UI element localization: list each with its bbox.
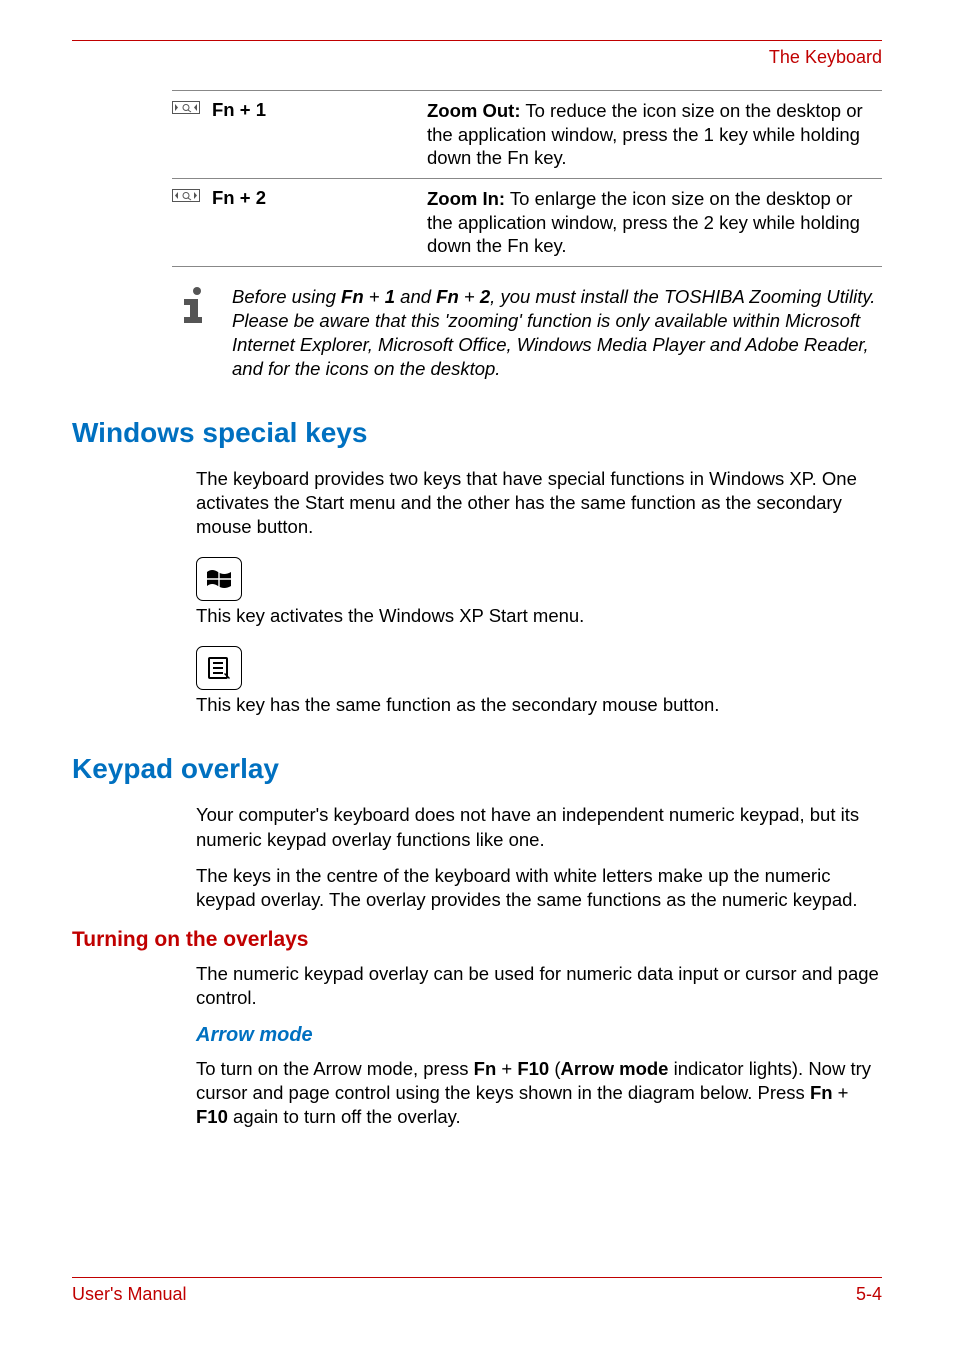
note-block: Before using Fn + 1 and Fn + 2, you must… [172, 285, 882, 381]
hotkey-desc: Zoom Out: To reduce the icon size on the… [427, 99, 882, 170]
subsubsection-heading-arrow-mode: Arrow mode [196, 1024, 882, 1047]
info-icon [172, 285, 214, 327]
hotkey-label: Fn + 1 [212, 99, 427, 170]
zoom-out-icon [172, 101, 200, 114]
hotkey-label: Fn + 2 [212, 187, 427, 258]
footer-left: User's Manual [72, 1284, 186, 1305]
hotkey-desc: Zoom In: To enlarge the icon size on the… [427, 187, 882, 258]
key-caption: This key has the same function as the se… [196, 693, 882, 717]
footer-right: 5-4 [856, 1284, 882, 1305]
windows-key-icon [196, 557, 242, 601]
table-row: Fn + 2 Zoom In: To enlarge the icon size… [172, 179, 882, 267]
zoom-in-icon [172, 189, 200, 202]
paragraph: Your computer's keyboard does not have a… [196, 803, 882, 851]
section-heading-windows-keys: Windows special keys [72, 417, 882, 449]
header-title: The Keyboard [72, 47, 882, 68]
subsection-heading-overlays: Turning on the overlays [72, 928, 882, 952]
menu-key-icon [196, 646, 242, 690]
paragraph: The keyboard provides two keys that have… [196, 467, 882, 539]
section-heading-keypad-overlay: Keypad overlay [72, 753, 882, 785]
paragraph: The keys in the centre of the keyboard w… [196, 864, 882, 912]
table-row: Fn + 1 Zoom Out: To reduce the icon size… [172, 90, 882, 179]
page-footer: User's Manual 5-4 [72, 1277, 882, 1305]
note-text: Before using Fn + 1 and Fn + 2, you must… [232, 285, 882, 381]
paragraph: To turn on the Arrow mode, press Fn + F1… [196, 1057, 882, 1129]
paragraph: The numeric keypad overlay can be used f… [196, 962, 882, 1010]
hotkey-table: Fn + 1 Zoom Out: To reduce the icon size… [172, 90, 882, 267]
key-caption: This key activates the Windows XP Start … [196, 604, 882, 628]
